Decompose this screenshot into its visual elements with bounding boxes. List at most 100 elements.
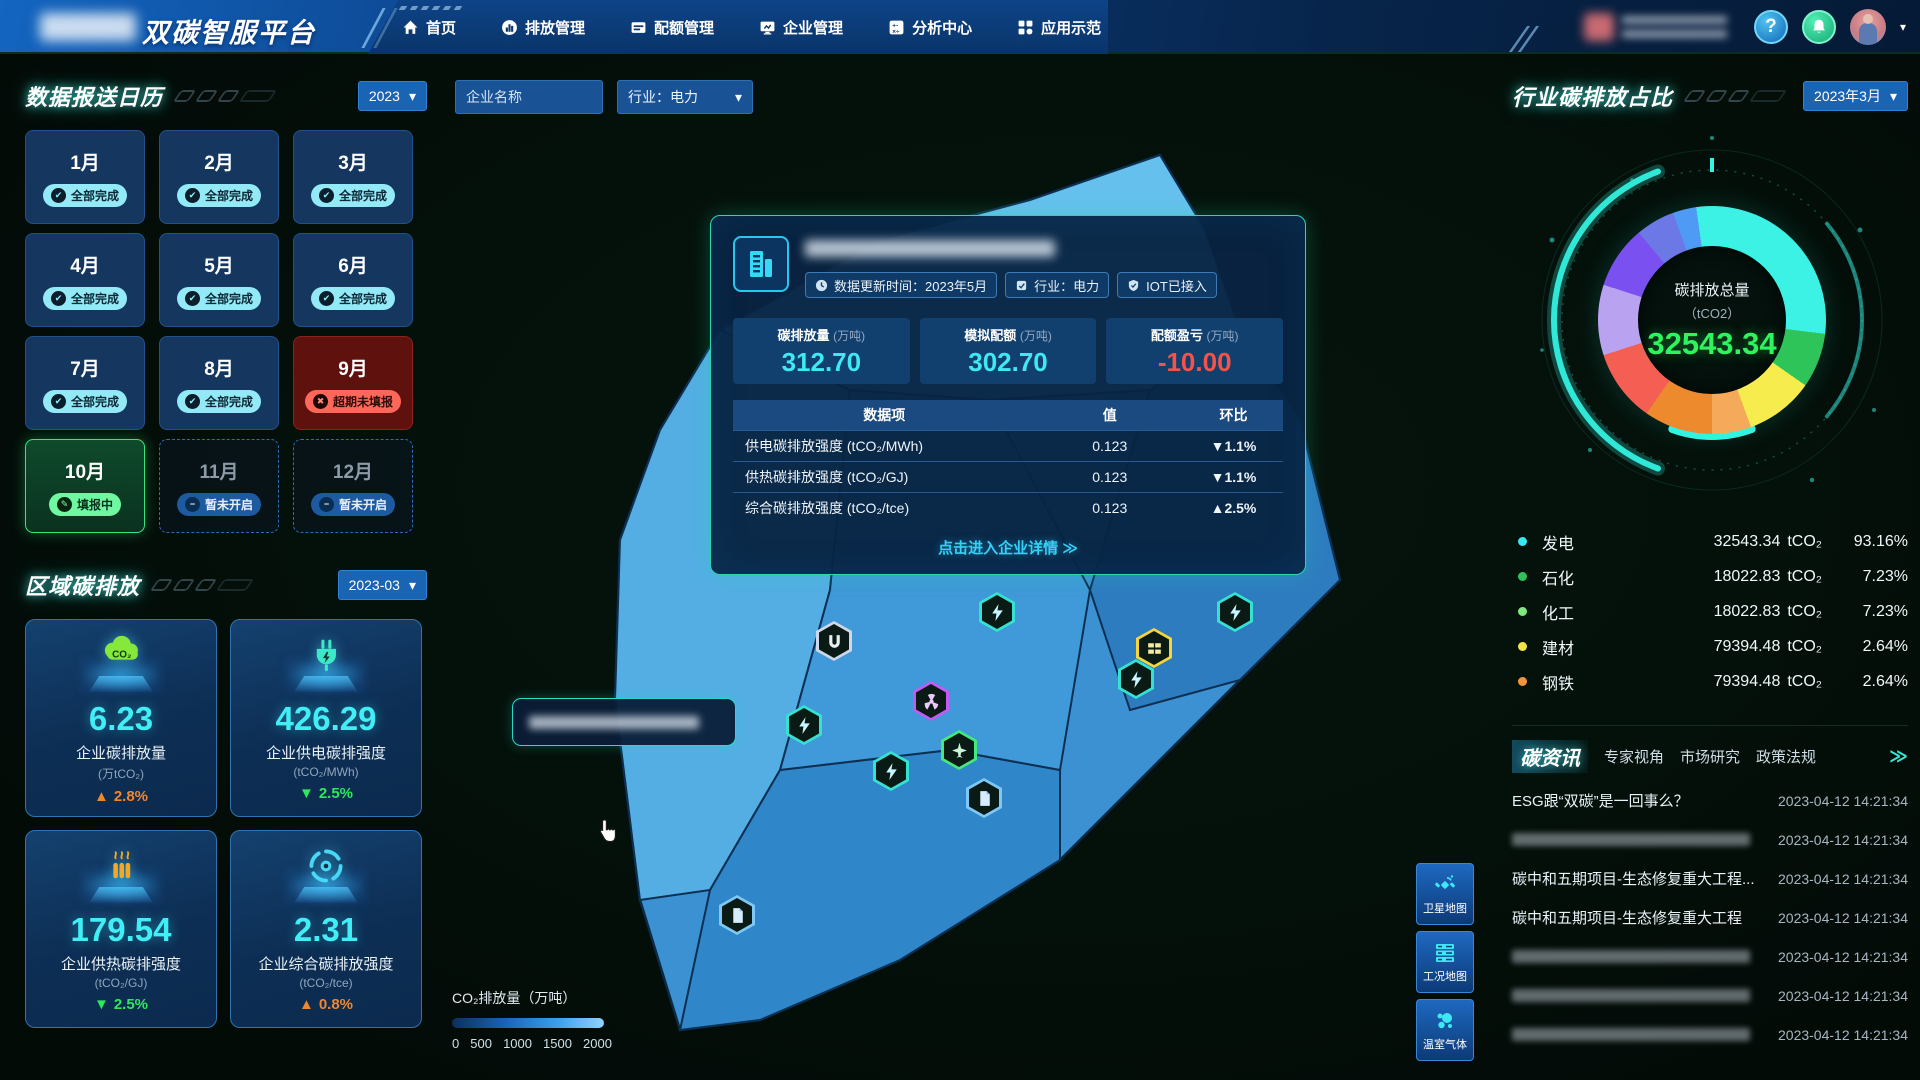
server-stack-icon [1433,941,1457,965]
news-item[interactable]: 2023-04-12 14:21:34 [1512,937,1908,976]
dashboard-root: 双碳智服平台 首页 排放管理 配额管理 企业管理 +-×÷ 分析中心 [0,0,1920,1080]
status-badge: ✔全部完成 [311,287,395,310]
table-row[interactable]: 供电碳排放强度 (tCO₂/MWh) 0.123 ▼1.1% [733,430,1283,461]
legend-dot [1518,607,1527,616]
stat-card-heat-intensity[interactable]: 179.54 企业供热碳排强度 (tCO₂/GJ) ▼2.5% [25,830,217,1028]
co2-scale-title: CO₂排放量（万吨） [452,988,622,1008]
gauge-target-icon [303,843,349,889]
region-period-dropdown[interactable]: 2023-03 ▾ [338,570,427,600]
minus-icon: − [185,497,200,512]
calendar-year-dropdown[interactable]: 2023 ▾ [358,81,427,111]
legend-dot [1518,537,1527,546]
calendar-month-1[interactable]: 1月 ✔全部完成 [25,130,145,224]
nav-item-enterprise[interactable]: 企业管理 [759,17,843,38]
status-badge: ✔全部完成 [43,184,127,207]
down-icon: ▼ [1211,469,1225,485]
industry-filter-select[interactable]: 行业：电力 ▾ [617,80,753,114]
org-logo [1584,13,1614,41]
nav-item-quota[interactable]: 配额管理 [630,17,714,38]
calendar-month-8[interactable]: 8月 ✔全部完成 [159,336,279,430]
month-label: 4月 [70,251,100,278]
svg-text:×÷: ×÷ [892,28,900,35]
calendar-month-9[interactable]: 9月 ✖超期未填报 [293,336,413,430]
news-more-arrow[interactable]: ≫ [1889,746,1908,767]
nav-item-emission[interactable]: 排放管理 [501,17,585,38]
help-button[interactable]: ? [1754,10,1788,44]
check-icon: ✔ [51,188,66,203]
badge-text: 暂未开启 [205,496,253,513]
legend-row-materials[interactable]: 建材 79394.48tCO₂ 2.64% [1512,629,1908,664]
nav-item-analysis[interactable]: +-×÷ 分析中心 [888,17,972,38]
news-item[interactable]: 2023-04-12 14:21:34 [1512,1015,1908,1054]
badge-text: 暂未开启 [339,496,387,513]
map-panel: 行业：电力 ▾ [450,70,1510,1080]
operating-map-button[interactable]: 工况地图 [1416,931,1474,993]
up-icon: ▲ [94,788,109,805]
nav-item-apps[interactable]: 应用示范 [1017,17,1101,38]
enterprise-detail-link[interactable]: 点击进入企业详情 ≫ [733,537,1283,558]
stat-card-emission[interactable]: CO₂ 6.23 企业碳排放量 (万tCO₂) ▲2.8% [25,619,217,817]
badge-text: 全部完成 [71,290,119,307]
chevron-down-icon: ▾ [409,577,416,594]
calendar-month-6[interactable]: 6月 ✔全部完成 [293,233,413,327]
news-item[interactable]: ESG跟“双碳”是一回事么？ 2023-04-12 14:21:34 [1512,781,1908,820]
notifications-button[interactable] [1802,10,1836,44]
calendar-month-7[interactable]: 7月 ✔全部完成 [25,336,145,430]
header-deco [154,579,250,591]
user-menu-caret[interactable]: ▾ [1900,20,1906,34]
calendar-month-10[interactable]: 10月 ✎填报中 [25,439,145,533]
legend-row-steel[interactable]: 钢铁 79394.48tCO₂ 2.64% [1512,664,1908,699]
tab-expert-view[interactable]: 专家视角 [1604,746,1664,767]
month-label: 10月 [65,457,105,484]
calendar-month-11[interactable]: 11月 −暂未开启 [159,439,279,533]
nav-right-cluster: ? ▾ [1580,8,1906,46]
iot-badge: IOT已接入 [1117,272,1217,298]
calendar-month-3[interactable]: 3月 ✔全部完成 [293,130,413,224]
calendar-month-2[interactable]: 2月 ✔全部完成 [159,130,279,224]
down-icon: ▼ [299,785,314,802]
legend-row-power[interactable]: 发电 32543.34tCO₂ 93.16% [1512,524,1908,559]
check-icon: ✔ [319,291,334,306]
blurred-news-title [1512,950,1750,963]
industry-badge: 行业：电力 [1005,272,1109,298]
month-label: 2月 [204,148,234,175]
clock-icon [815,279,828,292]
table-row[interactable]: 综合碳排放强度 (tCO₂/tce) 0.123 ▲2.5% [733,492,1283,523]
card-icon [630,19,647,36]
co2-gradient-bar [452,1018,604,1028]
popup-stat-quota: 模拟配额 (万吨) 302.70 [920,318,1097,384]
news-item[interactable]: 碳中和五期项目-生态修复重大工程... 2023-04-12 14:21:34 [1512,859,1908,898]
legend-row-petrochem[interactable]: 石化 18022.83tCO₂ 7.23% [1512,559,1908,594]
analysis-icon: +-×÷ [888,19,905,36]
industry-period-dropdown[interactable]: 2023年3月 ▾ [1803,81,1908,111]
calendar-month-4[interactable]: 4月 ✔全部完成 [25,233,145,327]
tab-policy[interactable]: 政策法规 [1756,746,1816,767]
month-label: 11月 [199,457,238,484]
news-item[interactable]: 2023-04-12 14:21:34 [1512,820,1908,859]
badge-text: 全部完成 [339,187,387,204]
satellite-map-button[interactable]: 卫星地图 [1416,863,1474,925]
legend-dot [1518,572,1527,581]
calendar-month-5[interactable]: 5月 ✔全部完成 [159,233,279,327]
stat-value: 426.29 [276,700,377,738]
tab-market-research[interactable]: 市场研究 [1680,746,1740,767]
greenhouse-gas-button[interactable]: 温室气体 [1416,999,1474,1061]
molecule-icon [1433,1009,1457,1033]
table-row[interactable]: 供热碳排放强度 (tCO₂/GJ) 0.123 ▼1.1% [733,461,1283,492]
status-badge: ✔全部完成 [43,390,127,413]
company-search-input[interactable] [455,80,603,114]
stat-card-comprehensive-intensity[interactable]: 2.31 企业综合碳排放强度 (tCO₂/tce) ▲0.8% [230,830,422,1028]
region-header: 区域碳排放 2023-03 ▾ [25,567,427,603]
calendar-month-12[interactable]: 12月 −暂未开启 [293,439,413,533]
stat-card-power-intensity[interactable]: 426.29 企业供电碳排强度 (tCO₂/MWh) ▼2.5% [230,619,422,817]
legend-row-chemical[interactable]: 化工 18022.83tCO₂ 7.23% [1512,594,1908,629]
month-label: 6月 [338,251,368,278]
user-avatar[interactable] [1850,9,1886,45]
platform-title: 双碳智服平台 [142,11,316,50]
home-icon [402,19,419,36]
news-item[interactable]: 2023-04-12 14:21:34 [1512,976,1908,1015]
check-icon: ✔ [185,291,200,306]
nav-item-home[interactable]: 首页 [402,17,456,38]
month-label: 7月 [70,354,100,381]
news-item[interactable]: 碳中和五期项目-生态修复重大工程 2023-04-12 14:21:34 [1512,898,1908,937]
